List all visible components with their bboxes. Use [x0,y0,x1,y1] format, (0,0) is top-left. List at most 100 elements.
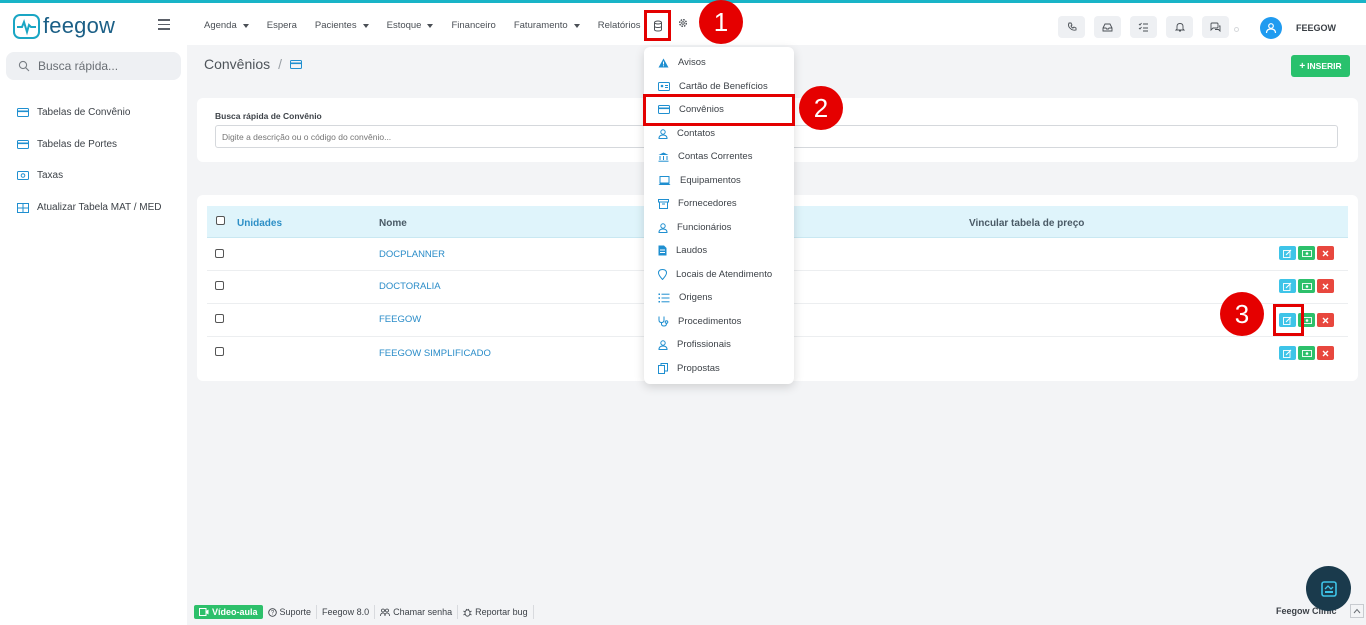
sidebar-item-tabelas-convenio[interactable]: Tabelas de Convênio [17,107,130,118]
avatar[interactable] [1260,17,1282,39]
money-icon [1301,282,1312,290]
nav-estoque[interactable]: Estoque [387,20,434,31]
logo-text: feegow [43,13,116,38]
menu-item-procedimentos[interactable]: Procedimentos [658,316,741,327]
money-icon [1301,249,1312,257]
edit-button[interactable] [1279,279,1296,293]
edit-button[interactable] [1279,346,1296,360]
column-header-unidades[interactable]: Unidades [237,218,282,229]
menu-item-funcionarios[interactable]: Funcionários [658,222,731,233]
step-marker-1: 1 [699,0,743,44]
sidebar: Busca rápida... Tabelas de Convênio Tabe… [0,45,187,625]
sidebar-item-taxas[interactable]: Taxas [17,170,63,181]
laptop-icon [658,175,671,185]
bell-icon[interactable] [1166,16,1193,38]
price-table-button[interactable] [1298,279,1315,293]
menu-item-label: Procedimentos [678,316,742,327]
users-icon [380,608,390,616]
sidebar-item-label: Taxas [37,170,64,181]
highlight-convenios-item [643,94,795,126]
delete-button[interactable] [1317,246,1334,260]
checklist-icon[interactable] [1130,16,1157,38]
plus-icon: + [1299,60,1306,72]
inbox-icon[interactable] [1094,16,1121,38]
row-name-link[interactable]: DOCTORALIA [379,281,441,292]
menu-toggle-icon[interactable] [158,19,170,33]
row-name-link[interactable]: DOCPLANNER [379,249,445,260]
menu-item-avisos[interactable]: Avisos [658,57,706,68]
menu-item-propostas[interactable]: Propostas [658,363,720,374]
menu-item-contas-correntes[interactable]: Contas Correntes [658,151,752,162]
search-icon [18,60,30,72]
close-icon [1322,250,1329,256]
reportar-bug-link[interactable]: Reportar bug [458,605,534,619]
nav-agenda[interactable]: Agenda [204,20,249,31]
id-card-icon [658,82,670,91]
warning-icon [658,58,669,67]
nav-financeiro[interactable]: Financeiro [451,20,495,31]
row-checkbox[interactable] [215,314,224,323]
row-name-link[interactable]: FEEGOW SIMPLIFICADO [379,348,491,359]
caret-down-icon [362,23,369,28]
bug-icon [463,608,472,617]
user-name[interactable]: FEEGOW [1296,23,1336,33]
menu-item-contatos[interactable]: Contatos [658,128,715,139]
sidebar-item-label: Tabelas de Convênio [37,107,131,118]
toolbar-icons [1058,16,1229,38]
nav-pacientes[interactable]: Pacientes [315,20,369,31]
quick-search[interactable]: Busca rápida... [6,52,181,80]
row-name-link[interactable]: FEEGOW [379,314,421,325]
version-text: Feegow 8.0 [322,607,370,617]
menu-item-label: Profissionais [677,339,731,350]
insert-button[interactable]: + INSERIR [1291,55,1350,77]
menu-item-label: Laudos [676,245,708,256]
database-icon [653,20,662,32]
suporte-label: Suporte [279,607,312,617]
step-marker-2: 2 [799,86,843,130]
menu-item-fornecedores[interactable]: Fornecedores [658,198,737,209]
breadcrumb-separator: / [278,56,283,72]
menu-item-label: Contas Correntes [678,151,753,162]
document-icon [658,245,667,256]
money-icon [17,171,29,180]
menu-item-profissionais[interactable]: Profissionais [658,339,731,350]
delete-button[interactable] [1317,279,1334,293]
nav-relatorios[interactable]: Relatórios [598,20,641,31]
edit-icon [1283,249,1292,258]
stethoscope-icon [658,316,669,327]
menu-item-laudos[interactable]: Laudos [658,245,707,256]
close-icon [1322,317,1329,323]
suporte-link[interactable]: ? Suporte [263,605,318,619]
column-header-nome[interactable]: Nome [379,218,407,229]
nav-espera[interactable]: Espera [267,20,297,31]
chat-icon[interactable] [1202,16,1229,38]
sidebar-item-atualizar-tabela[interactable]: Atualizar Tabela MAT / MED [17,202,162,213]
card-icon [17,108,29,117]
row-checkbox[interactable] [215,249,224,258]
menu-item-cartao-beneficios[interactable]: Cartão de Benefícios [658,81,768,92]
database-button[interactable] [644,10,671,41]
gear-icon[interactable] [678,18,688,28]
chamar-senha-link[interactable]: Chamar senha [375,605,459,619]
edit-button[interactable] [1279,246,1296,260]
delete-button[interactable] [1317,346,1334,360]
delete-button[interactable] [1317,313,1334,327]
row-checkbox[interactable] [215,281,224,290]
menu-item-equipamentos[interactable]: Equipamentos [658,175,741,186]
video-aula-button[interactable]: Vídeo-aula [194,605,263,619]
menu-item-label: Contatos [677,128,716,139]
menu-item-origens[interactable]: Origens [658,292,712,303]
row-actions [1279,279,1334,293]
sidebar-item-tabelas-portes[interactable]: Tabelas de Portes [17,139,117,150]
select-all-checkbox[interactable] [216,216,225,225]
menu-item-locais-atendimento[interactable]: Locais de Atendimento [658,269,772,280]
phone-icon[interactable] [1058,16,1085,38]
price-table-button[interactable] [1298,346,1315,360]
row-checkbox[interactable] [215,347,224,356]
logo[interactable]: feegow [13,13,115,39]
nav-faturamento[interactable]: Faturamento [514,20,580,31]
price-table-button[interactable] [1298,246,1315,260]
chat-widget-button[interactable] [1306,566,1351,611]
step-marker-3: 3 [1220,292,1264,336]
scroll-up-button[interactable] [1350,604,1364,618]
